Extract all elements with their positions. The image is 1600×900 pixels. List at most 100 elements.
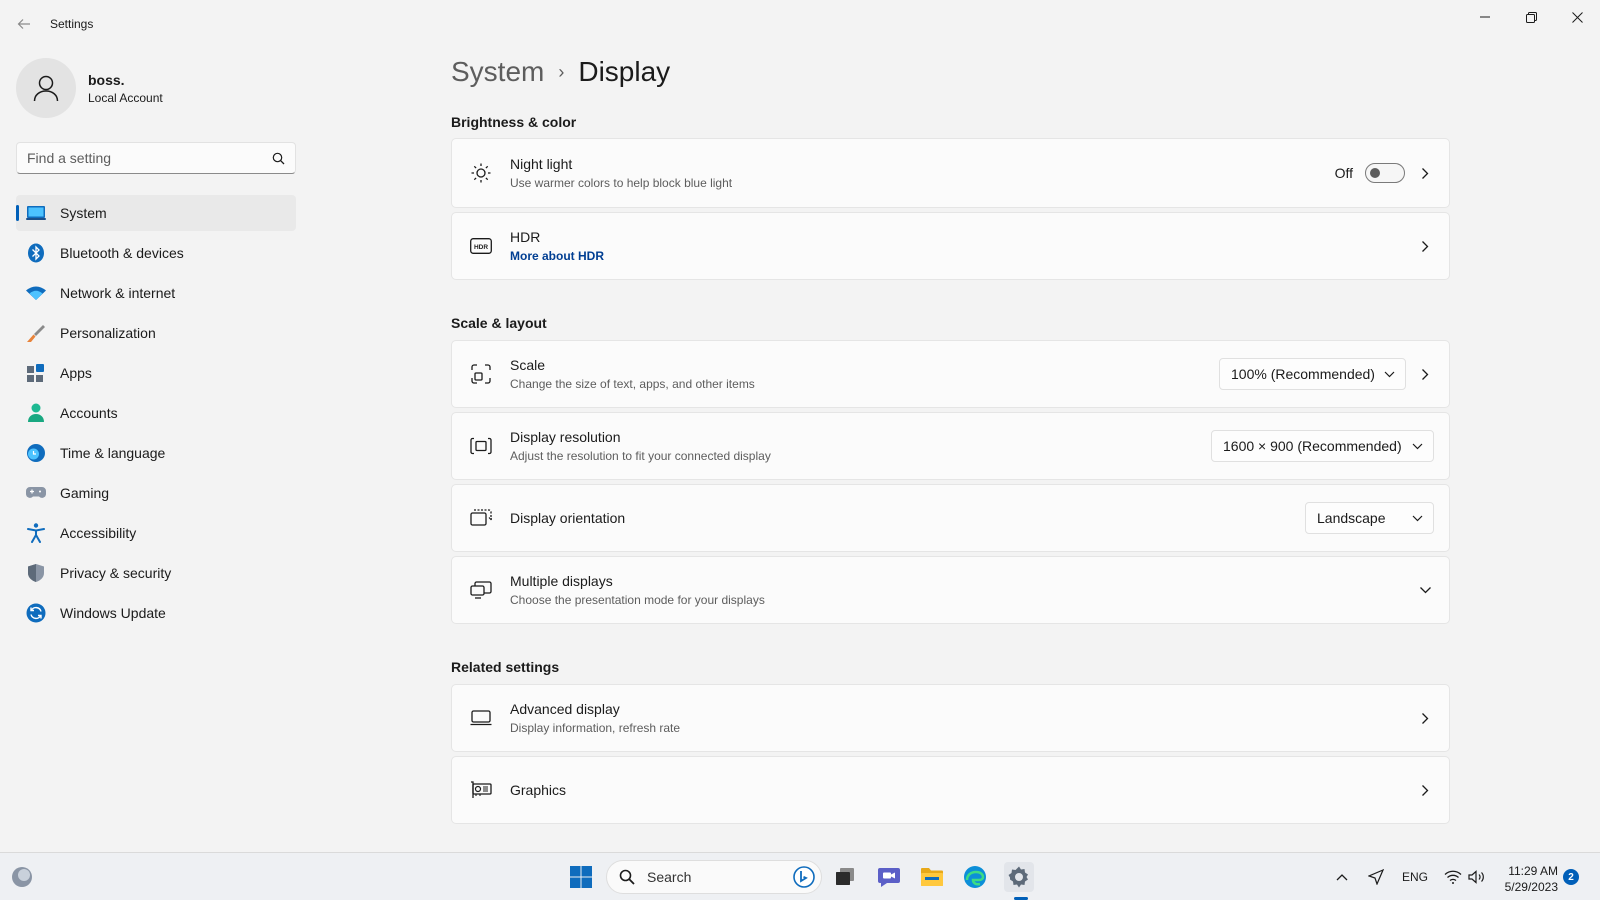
sidebar-item-bluetooth[interactable]: Bluetooth & devices	[16, 235, 296, 271]
advanced-display-card[interactable]: Advanced display Display information, re…	[451, 684, 1450, 752]
minimize-button[interactable]	[1462, 0, 1508, 34]
restore-button[interactable]	[1508, 0, 1554, 34]
scale-dropdown-value: 100% (Recommended)	[1231, 366, 1375, 382]
taskbar-search-label: Search	[647, 869, 692, 885]
scale-dropdown[interactable]: 100% (Recommended)	[1219, 358, 1406, 390]
breadcrumb-parent[interactable]: System	[451, 56, 544, 88]
gamepad-icon	[26, 483, 46, 503]
task-view-button[interactable]	[830, 862, 860, 892]
sidebar-item-apps[interactable]: Apps	[16, 355, 296, 391]
hdr-learn-more-link[interactable]: More about HDR	[510, 249, 604, 263]
sidebar-item-windows-update[interactable]: Windows Update	[16, 595, 296, 631]
shield-icon	[26, 563, 46, 583]
display-resolution-card: Display resolution Adjust the resolution…	[451, 412, 1450, 480]
bluetooth-icon	[26, 243, 46, 263]
resolution-dropdown[interactable]: 1600 × 900 (Recommended)	[1211, 430, 1434, 462]
hdr-card[interactable]: HDR HDR More about HDR	[451, 212, 1450, 280]
sidebar-item-label: Windows Update	[60, 605, 166, 621]
sidebar-item-privacy[interactable]: Privacy & security	[16, 555, 296, 591]
chat-button[interactable]	[874, 862, 904, 892]
edge-browser-icon	[964, 866, 986, 888]
bing-icon	[793, 866, 815, 888]
resolution-dropdown-value: 1600 × 900 (Recommended)	[1223, 438, 1402, 454]
scale-card[interactable]: Scale Change the size of text, apps, and…	[451, 340, 1450, 408]
sidebar-item-time-language[interactable]: Time & language	[16, 435, 296, 471]
advanced-display-title: Advanced display	[510, 701, 620, 717]
multiple-displays-title: Multiple displays	[510, 573, 613, 589]
section-heading-scale-layout: Scale & layout	[451, 315, 547, 331]
sidebar-item-label: Time & language	[60, 445, 166, 461]
file-explorer-button[interactable]	[917, 862, 947, 892]
chevron-down-icon	[1412, 443, 1423, 449]
chevron-right-icon	[1417, 165, 1433, 181]
brightness-icon	[470, 162, 492, 184]
person-icon	[26, 403, 46, 423]
weather-widget-icon[interactable]	[10, 865, 34, 889]
volume-tray-icon[interactable]	[1468, 853, 1486, 900]
multiple-displays-card[interactable]: Multiple displays Choose the presentatio…	[451, 556, 1450, 624]
chevron-down-icon	[1417, 582, 1433, 598]
sidebar-item-personalization[interactable]: Personalization	[16, 315, 296, 351]
update-icon	[26, 603, 46, 623]
section-heading-related: Related settings	[451, 659, 560, 675]
user-profile[interactable]: boss. Local Account	[16, 58, 163, 118]
close-button[interactable]	[1554, 0, 1600, 34]
hdr-title: HDR	[510, 229, 541, 245]
sidebar-item-accounts[interactable]: Accounts	[16, 395, 296, 431]
show-hidden-icons-button[interactable]	[1336, 853, 1348, 900]
search-input[interactable]	[27, 150, 272, 166]
minimize-icon	[1480, 16, 1490, 18]
language-indicator[interactable]: ENG	[1402, 853, 1428, 900]
network-tray-icon[interactable]	[1444, 853, 1462, 900]
breadcrumb: System › Display	[451, 56, 670, 88]
night-light-subtitle: Use warmer colors to help block blue lig…	[510, 176, 733, 190]
night-light-card[interactable]: Night light Use warmer colors to help bl…	[451, 138, 1450, 208]
location-tray-icon[interactable]	[1368, 853, 1384, 900]
start-button[interactable]	[566, 862, 596, 892]
display-orientation-title: Display orientation	[510, 510, 626, 526]
sidebar-item-label: Gaming	[60, 485, 110, 501]
app-title: Settings	[50, 17, 94, 31]
taskbar-search[interactable]: Search	[606, 860, 822, 894]
back-arrow-icon	[17, 19, 30, 29]
settings-search[interactable]	[16, 142, 296, 174]
clock-time: 11:29 AM	[1508, 864, 1558, 878]
sidebar-item-label: System	[60, 205, 107, 221]
sidebar-item-label: Apps	[60, 365, 92, 381]
chevron-down-icon	[1384, 371, 1395, 377]
back-button[interactable]	[12, 12, 36, 36]
clock-date: 5/29/2023	[1504, 880, 1558, 894]
edge-button[interactable]	[960, 862, 990, 892]
search-icon	[272, 152, 285, 164]
apps-icon	[26, 363, 46, 383]
settings-app-button[interactable]	[1004, 862, 1034, 892]
sidebar-item-gaming[interactable]: Gaming	[16, 475, 296, 511]
section-heading-brightness: Brightness & color	[451, 114, 577, 130]
night-light-toggle[interactable]	[1365, 163, 1405, 183]
night-light-toggle-group: Off	[1335, 163, 1405, 183]
sidebar-item-network[interactable]: Network & internet	[16, 275, 296, 311]
chevron-right-icon	[1417, 782, 1433, 798]
notification-badge[interactable]: 2	[1563, 869, 1579, 885]
folder-icon	[921, 868, 943, 886]
sidebar-item-system[interactable]: System	[16, 195, 296, 231]
multiple-displays-subtitle: Choose the presentation mode for your di…	[510, 593, 765, 607]
wifi-icon	[1444, 870, 1462, 884]
graphics-title: Graphics	[510, 782, 567, 798]
title-bar: Settings	[0, 0, 1600, 48]
taskbar-clock[interactable]: 11:29 AM 5/29/2023	[1500, 863, 1558, 895]
accessibility-icon	[26, 523, 46, 543]
graphics-card[interactable]: Graphics	[451, 756, 1450, 824]
chevron-right-icon	[1417, 710, 1433, 726]
sidebar-item-label: Network & internet	[60, 285, 176, 301]
search-icon	[619, 869, 635, 885]
location-arrow-icon	[1368, 869, 1384, 885]
profile-account-type: Local Account	[88, 90, 163, 105]
resolution-icon	[470, 435, 492, 457]
sidebar-item-accessibility[interactable]: Accessibility	[16, 515, 296, 551]
orientation-dropdown-value: Landscape	[1317, 510, 1386, 526]
page-title: Display	[578, 56, 671, 87]
orientation-dropdown[interactable]: Landscape	[1305, 502, 1434, 534]
laptop-icon	[26, 203, 46, 223]
monitor-icon	[470, 707, 492, 729]
